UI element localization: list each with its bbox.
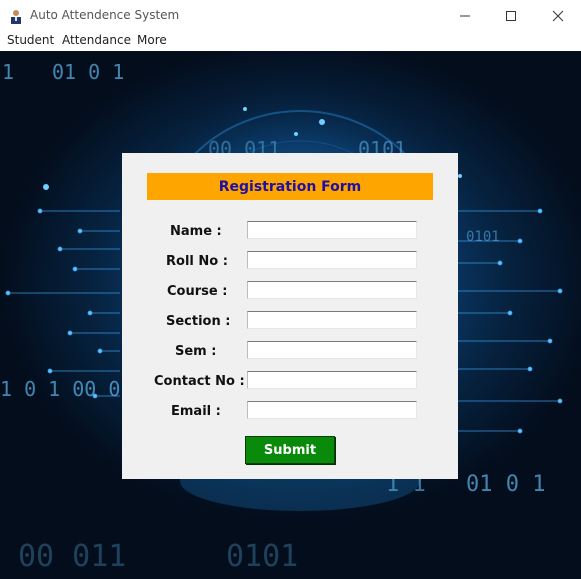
email-label: Email : <box>171 404 221 419</box>
sem-label: Sem : <box>175 344 217 359</box>
contact-no-label: Contact No : <box>154 374 245 389</box>
email-input[interactable] <box>247 401 417 419</box>
app-icon <box>8 8 24 24</box>
binary-text: 0101 <box>226 539 298 574</box>
form-title: Registration Form <box>218 178 362 195</box>
binary-text: 00 011 <box>18 539 126 574</box>
binary-text: 1 0 1 00 0 <box>0 377 120 401</box>
roll-no-input[interactable] <box>247 251 417 269</box>
menu-attendance[interactable]: Attendance <box>62 33 131 47</box>
menu-more[interactable]: More <box>137 33 167 47</box>
minimize-button[interactable] <box>442 0 488 31</box>
menu-student[interactable]: Student <box>7 33 54 47</box>
binary-text: 01 0 1 <box>466 472 545 497</box>
name-input[interactable] <box>247 221 417 239</box>
close-button[interactable] <box>535 0 581 31</box>
close-icon <box>552 10 564 21</box>
minimize-icon <box>460 15 470 16</box>
section-label: Section : <box>166 314 231 329</box>
sem-input[interactable] <box>247 341 417 359</box>
submit-button[interactable]: Submit <box>245 436 335 464</box>
maximize-icon <box>506 10 516 21</box>
binary-text: 01 0 1 <box>52 60 124 84</box>
maximize-button[interactable] <box>488 0 534 31</box>
course-label: Course : <box>167 284 228 299</box>
roll-no-label: Roll No : <box>166 254 228 269</box>
window-title: Auto Attendence System <box>30 8 180 22</box>
registration-form: Registration Form Name : Roll No : Cours… <box>122 153 458 479</box>
menu-bar: Student Attendance More <box>0 31 581 51</box>
section-input[interactable] <box>247 311 417 329</box>
contact-no-input[interactable] <box>247 371 417 389</box>
form-header: Registration Form <box>147 173 433 200</box>
binary-text: 0101 <box>466 229 500 245</box>
submit-label: Submit <box>263 442 317 458</box>
title-bar: Auto Attendence System <box>0 0 581 31</box>
course-input[interactable] <box>247 281 417 299</box>
name-label: Name : <box>170 224 222 239</box>
binary-text: 1 <box>2 60 14 84</box>
